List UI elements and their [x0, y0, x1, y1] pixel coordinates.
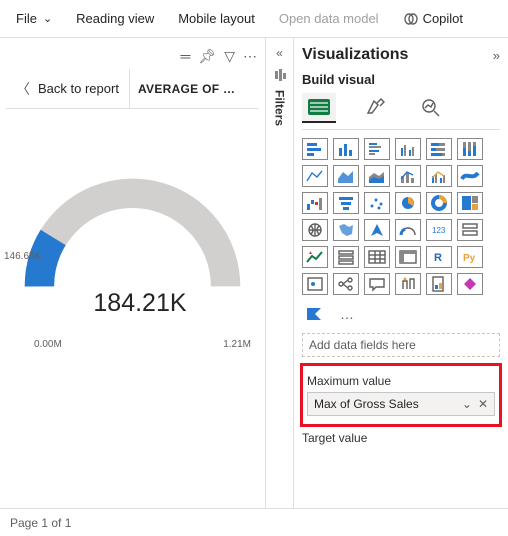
visualizations-pane: Visualizations » Build visual	[293, 38, 508, 508]
gauge-svg	[10, 159, 255, 296]
visual-title: AVERAGE OF …	[129, 69, 259, 108]
expand-filters-icon[interactable]: «	[276, 46, 283, 60]
viz-slicer[interactable]	[333, 246, 359, 268]
menu-copilot[interactable]: Copilot	[393, 7, 473, 31]
report-header: 〈 Back to report AVERAGE OF …	[6, 69, 259, 109]
viz-kpi[interactable]: ▲	[302, 246, 328, 268]
back-to-report-button[interactable]: 〈 Back to report	[6, 69, 129, 108]
build-visual-label: Build visual	[302, 70, 500, 93]
visualizations-title: Visualizations	[302, 46, 408, 64]
format-icon	[364, 97, 386, 117]
back-label: Back to report	[38, 81, 119, 96]
gauge-max-label: 1.21M	[223, 339, 251, 350]
visualization-picker: 123 ▲ R Py	[302, 138, 500, 295]
chevron-left-icon: 〈	[16, 79, 30, 99]
svg-text:▲: ▲	[308, 250, 313, 256]
viz-100-stacked-bar[interactable]	[426, 138, 452, 160]
maximum-value-label: Maximum value	[307, 370, 495, 390]
viz-paginated-report[interactable]	[426, 273, 452, 295]
chevron-down-icon[interactable]: ⌄	[462, 397, 472, 411]
viz-power-automate[interactable]	[302, 303, 328, 325]
viz-card[interactable]: 123	[426, 219, 452, 241]
viz-stacked-bar[interactable]	[302, 138, 328, 160]
viz-funnel[interactable]	[333, 192, 359, 214]
gauge-min-label: 0.00M	[34, 339, 62, 350]
menu-file[interactable]: File	[6, 7, 62, 30]
viz-waterfall[interactable]	[302, 192, 328, 214]
viz-100-stacked-column[interactable]	[457, 138, 483, 160]
svg-text:Py: Py	[463, 253, 476, 264]
viz-smart-narrative[interactable]	[395, 273, 421, 295]
maximum-value-field[interactable]: Max of Gross Sales ⌄ ✕	[307, 392, 495, 416]
viz-area[interactable]	[333, 165, 359, 187]
menu-reading-view[interactable]: Reading view	[66, 7, 164, 30]
viz-ribbon[interactable]	[457, 165, 483, 187]
filters-icon	[273, 68, 287, 82]
gauge-visual[interactable]: 146.65K 184.21K 0.00M 1.21M	[6, 159, 259, 296]
viz-clustered-bar[interactable]	[364, 138, 390, 160]
viz-matrix[interactable]	[395, 246, 421, 268]
drag-handle-icon[interactable]: ═	[181, 48, 191, 65]
gauge-side-label: 146.65K	[4, 251, 41, 262]
status-bar: Page 1 of 1	[0, 508, 508, 536]
viz-stacked-area[interactable]	[364, 165, 390, 187]
filters-pane-collapsed[interactable]: « Filters	[265, 38, 293, 508]
viz-map[interactable]	[302, 219, 328, 241]
report-canvas: ═ 📌︎ ▽ ⋯ 〈 Back to report AVERAGE OF … 1…	[0, 38, 265, 508]
field-well-value[interactable]: Add data fields here	[302, 333, 500, 357]
viz-line-stacked-column[interactable]	[395, 165, 421, 187]
viz-python-visual[interactable]: Py	[457, 246, 483, 268]
more-options-icon[interactable]: ⋯	[243, 48, 257, 65]
viz-r-visual[interactable]: R	[426, 246, 452, 268]
field-name: Max of Gross Sales	[314, 397, 419, 411]
viz-treemap[interactable]	[457, 192, 483, 214]
viz-decomposition-tree[interactable]	[333, 273, 359, 295]
svg-text:123: 123	[432, 226, 446, 235]
tab-format-visual[interactable]	[358, 93, 392, 123]
viz-stacked-column[interactable]	[333, 138, 359, 160]
target-value-label: Target value	[302, 427, 500, 447]
maximum-value-highlight: Maximum value Max of Gross Sales ⌄ ✕	[300, 363, 502, 427]
tab-build-visual[interactable]	[302, 93, 336, 123]
viz-key-influencers[interactable]	[302, 273, 328, 295]
viz-get-more[interactable]: …	[334, 303, 360, 325]
viz-qa[interactable]	[364, 273, 390, 295]
menu-mobile-layout[interactable]: Mobile layout	[168, 7, 265, 30]
viz-power-apps[interactable]	[457, 273, 483, 295]
remove-field-icon[interactable]: ✕	[478, 397, 488, 411]
viz-filled-map[interactable]	[333, 219, 359, 241]
viz-line[interactable]	[302, 165, 328, 187]
filter-icon[interactable]: ▽	[224, 48, 235, 65]
visual-fields-icon	[306, 97, 332, 117]
viz-gauge[interactable]	[395, 219, 421, 241]
viz-table[interactable]	[364, 246, 390, 268]
gauge-value-label: 184.21K	[93, 289, 186, 318]
pin-icon[interactable]: 📌︎	[198, 48, 216, 65]
viz-clustered-column[interactable]	[395, 138, 421, 160]
viz-pie[interactable]	[395, 192, 421, 214]
viz-multi-row-card[interactable]	[457, 219, 483, 241]
viz-scatter[interactable]	[364, 192, 390, 214]
build-tabs	[302, 93, 500, 130]
page-indicator: Page 1 of 1	[10, 516, 71, 530]
viz-donut[interactable]	[426, 192, 452, 214]
tab-analytics[interactable]	[414, 93, 448, 123]
viz-line-clustered-column[interactable]	[426, 165, 452, 187]
menu-open-data-model: Open data model	[269, 7, 389, 30]
visual-toolbar: ═ 📌︎ ▽ ⋯	[6, 44, 259, 69]
svg-text:R: R	[434, 252, 442, 264]
workspace: ═ 📌︎ ▽ ⋯ 〈 Back to report AVERAGE OF … 1…	[0, 38, 508, 508]
analytics-icon	[420, 97, 442, 117]
top-menu-bar: File Reading view Mobile layout Open dat…	[0, 0, 508, 38]
collapse-pane-icon[interactable]: »	[493, 48, 500, 63]
viz-azure-map[interactable]	[364, 219, 390, 241]
filters-label: Filters	[273, 90, 287, 126]
copilot-icon	[403, 11, 419, 27]
